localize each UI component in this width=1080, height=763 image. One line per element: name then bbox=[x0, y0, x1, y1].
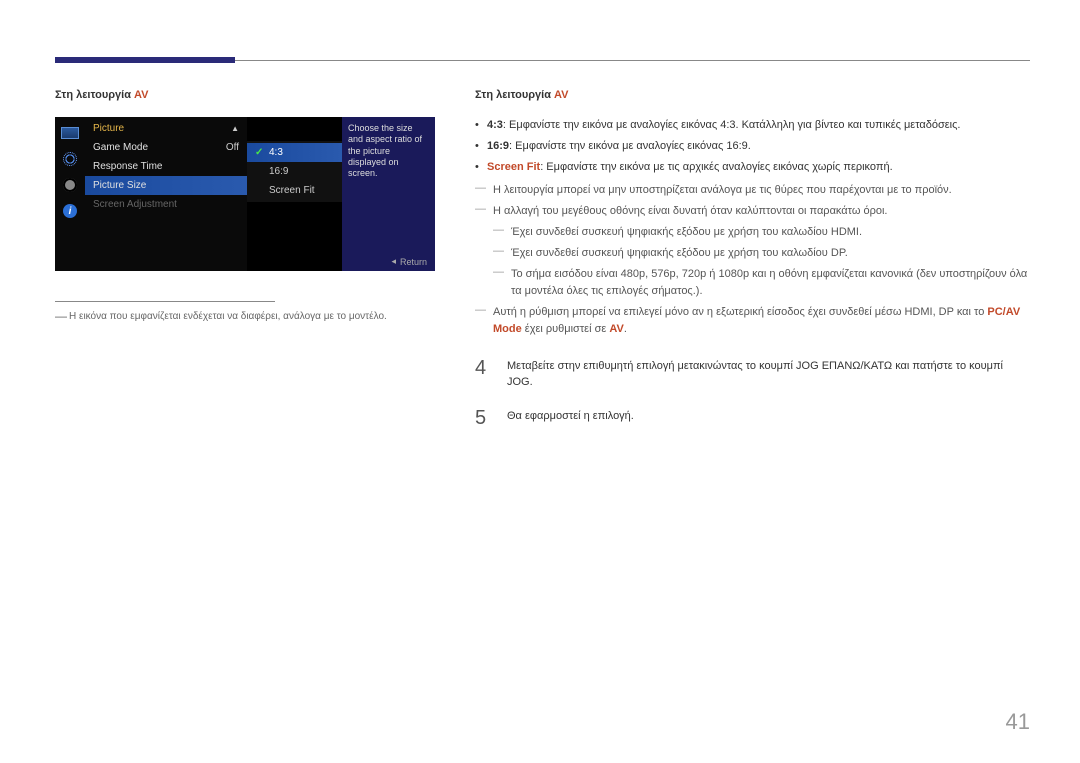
osd-item-value: Off bbox=[226, 142, 239, 153]
osd-option-16-9: 16:9 bbox=[247, 162, 342, 181]
note-pc-av-pre: Αυτή η ρύθμιση μπορεί να επιλεγεί μόνο α… bbox=[493, 306, 987, 318]
osd-option-label: 16:9 bbox=[269, 166, 288, 177]
osd-option-screen-fit: Screen Fit bbox=[247, 181, 342, 200]
header-rule bbox=[55, 60, 1030, 61]
label-screen-fit: Screen Fit bbox=[487, 161, 540, 173]
osd-sidebar: i bbox=[55, 117, 85, 271]
footnote-separator bbox=[55, 301, 275, 302]
osd-item-label: Screen Adjustment bbox=[93, 199, 177, 210]
osd-screenshot: i Picture ▲ Game Mode Off Response T bbox=[55, 117, 435, 271]
text-16-9: : Εμφανίστε την εικόνα με αναλογίες εικό… bbox=[509, 140, 751, 152]
osd-item-response-time: Response Time bbox=[85, 157, 247, 176]
mode-av: AV bbox=[554, 89, 568, 101]
osd-help-panel: Choose the size and aspect ratio of the … bbox=[342, 117, 435, 271]
osd-item-label: Game Mode bbox=[93, 142, 148, 153]
osd-option-label: 4:3 bbox=[269, 147, 283, 158]
page: Στη λειτουργία AV i Picture ▲ bbox=[0, 0, 1080, 485]
info-tab-icon: i bbox=[60, 201, 80, 221]
step-text: Θα εφαρμοστεί η επιλογή. bbox=[507, 403, 634, 433]
steps: 4 Μεταβείτε στην επιθυμητή επιλογή μετακ… bbox=[475, 353, 1030, 433]
right-mode-label: Στη λειτουργία AV bbox=[475, 89, 1030, 101]
color-tab-icon bbox=[60, 149, 80, 169]
step-4: 4 Μεταβείτε στην επιθυμητή επιλογή μετακ… bbox=[475, 353, 1030, 391]
columns: Στη λειτουργία AV i Picture ▲ bbox=[55, 89, 1030, 445]
cond-hdmi: Έχει συνδεθεί συσκευή ψηφιακής εξόδου με… bbox=[493, 224, 1030, 241]
step-number: 5 bbox=[475, 403, 491, 433]
label-4-3: 4:3 bbox=[487, 119, 503, 131]
step-number: 4 bbox=[475, 353, 491, 391]
note-conditions: Η αλλαγή του μεγέθους οθόνης είναι δυνατ… bbox=[475, 203, 1030, 300]
notes-list: Η λειτουργία μπορεί να μην υποστηρίζεται… bbox=[475, 182, 1030, 338]
osd-section-title-text: Picture bbox=[93, 123, 124, 134]
osd-menu-list: Picture ▲ Game Mode Off Response Time Pi… bbox=[85, 117, 247, 271]
osd-item-picture-size: Picture Size bbox=[85, 176, 247, 195]
text-screen-fit: : Εμφανίστε την εικόνα με τις αρχικές αν… bbox=[540, 161, 892, 173]
osd-option-label: Screen Fit bbox=[269, 185, 315, 196]
left-arrow-icon: ◂ bbox=[391, 256, 396, 267]
bullet-4-3: 4:3: Εμφανίστε την εικόνα με αναλογίες ε… bbox=[475, 117, 1030, 134]
picture-tab-icon bbox=[60, 123, 80, 143]
osd-submenu: ✓ 4:3 16:9 Screen Fit bbox=[247, 117, 342, 271]
av-label: AV bbox=[609, 323, 623, 335]
note-pc-av-post: . bbox=[624, 323, 627, 335]
mode-prefix: Στη λειτουργία bbox=[475, 89, 554, 101]
cond-dp: Έχει συνδεθεί συσκευή ψηφιακής εξόδου με… bbox=[493, 245, 1030, 262]
mode-av: AV bbox=[134, 89, 148, 101]
osd-item-label: Response Time bbox=[93, 161, 162, 172]
label-16-9: 16:9 bbox=[487, 140, 509, 152]
osd-item-game-mode: Game Mode Off bbox=[85, 138, 247, 157]
note-conditions-text: Η αλλαγή του μεγέθους οθόνης είναι δυνατ… bbox=[493, 205, 887, 217]
osd-option-4-3: ✓ 4:3 bbox=[247, 143, 342, 162]
bullet-16-9: 16:9: Εμφανίστε την εικόνα με αναλογίες … bbox=[475, 138, 1030, 155]
osd-item-screen-adjustment: Screen Adjustment bbox=[85, 195, 247, 214]
note-pc-av-mid: έχει ρυθμιστεί σε bbox=[522, 323, 610, 335]
footnote-text: Η εικόνα που εμφανίζεται ενδέχεται να δι… bbox=[55, 310, 435, 324]
sub-conditions: Έχει συνδεθεί συσκευή ψηφιακής εξόδου με… bbox=[493, 224, 1030, 300]
check-icon: ✓ bbox=[255, 147, 265, 158]
bullet-screen-fit: Screen Fit: Εμφανίστε την εικόνα με τις … bbox=[475, 159, 1030, 176]
right-column: Στη λειτουργία AV 4:3: Εμφανίστε την εικ… bbox=[475, 89, 1030, 445]
settings-tab-icon bbox=[60, 175, 80, 195]
left-mode-label: Στη λειτουργία AV bbox=[55, 89, 435, 101]
step-text: Μεταβείτε στην επιθυμητή επιλογή μετακιν… bbox=[507, 353, 1030, 391]
note-ports: Η λειτουργία μπορεί να μην υποστηρίζεται… bbox=[475, 182, 1030, 199]
osd-footer: ◂ Return bbox=[391, 256, 427, 267]
osd-section-title: Picture ▲ bbox=[85, 121, 247, 138]
step-5: 5 Θα εφαρμοστεί η επιλογή. bbox=[475, 403, 1030, 433]
text-4-3: : Εμφανίστε την εικόνα με αναλογίες εικό… bbox=[503, 119, 961, 131]
osd-item-label: Picture Size bbox=[93, 180, 146, 191]
left-column: Στη λειτουργία AV i Picture ▲ bbox=[55, 89, 435, 445]
osd-return-label: Return bbox=[400, 257, 427, 267]
cond-signal: Το σήμα εισόδου είναι 480p, 576p, 720p ή… bbox=[493, 266, 1030, 300]
page-number: 41 bbox=[1006, 709, 1030, 735]
note-pc-av: Αυτή η ρύθμιση μπορεί να επιλεγεί μόνο α… bbox=[475, 304, 1030, 338]
aspect-ratio-list: 4:3: Εμφανίστε την εικόνα με αναλογίες ε… bbox=[475, 117, 1030, 176]
up-arrow-icon: ▲ bbox=[231, 124, 239, 133]
osd-main: Picture ▲ Game Mode Off Response Time Pi… bbox=[85, 117, 435, 271]
mode-prefix: Στη λειτουργία bbox=[55, 89, 134, 101]
